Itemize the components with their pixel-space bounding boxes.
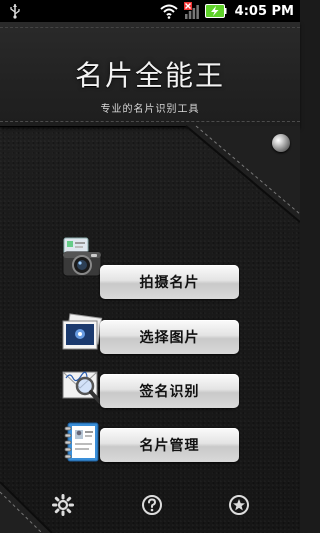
camera-icon — [62, 237, 102, 277]
settings-gear-icon[interactable] — [52, 494, 74, 516]
take-card-photo-button[interactable]: 拍摄名片 — [100, 265, 239, 299]
snap-button-decoration — [272, 134, 290, 152]
signature-magnifier-icon — [62, 371, 102, 404]
address-book-icon — [64, 422, 99, 462]
favorite-star-icon[interactable] — [228, 494, 250, 516]
help-icon[interactable] — [141, 494, 163, 516]
signature-recognition-button[interactable]: 签名识别 — [100, 374, 239, 408]
card-management-button[interactable]: 名片管理 — [100, 428, 239, 462]
photo-icon — [62, 313, 103, 350]
select-image-button[interactable]: 选择图片 — [100, 320, 239, 354]
